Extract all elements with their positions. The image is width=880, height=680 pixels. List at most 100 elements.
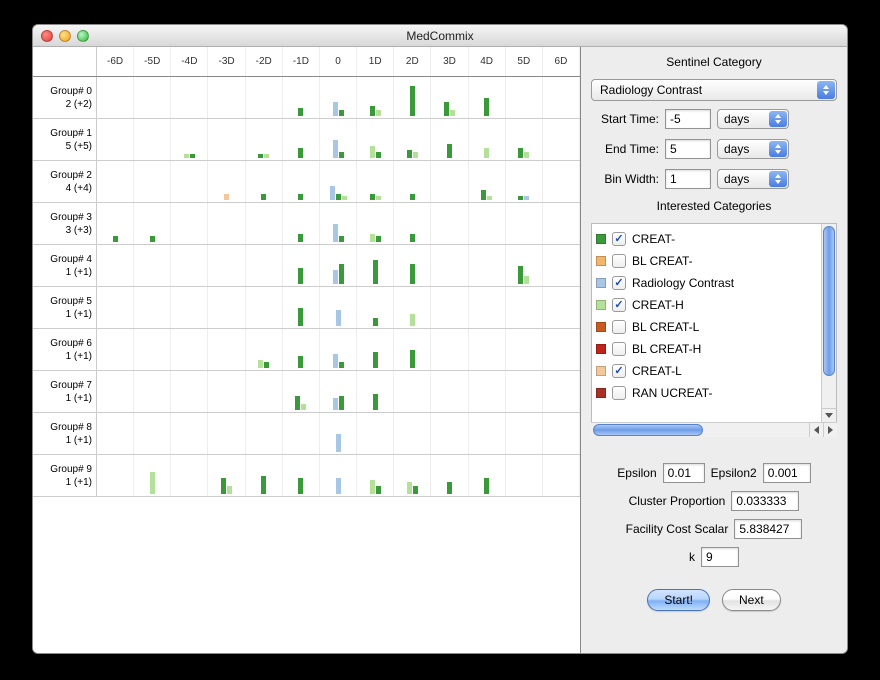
bar [524,152,529,158]
bar [376,486,381,494]
chart-cell [283,77,320,118]
bar [410,194,415,200]
chart-cell [543,329,580,370]
chart-cell [506,161,543,202]
chart-cell [208,329,245,370]
bar [224,194,229,200]
category-checkbox[interactable] [612,364,626,378]
minimize-icon[interactable] [59,30,71,42]
categories-scrollbar-vertical[interactable] [821,224,836,422]
bar [484,148,489,158]
category-checkbox[interactable] [612,276,626,290]
chart-cell [134,203,171,244]
start-time-unit-select[interactable]: days [717,109,789,129]
sentinel-category-select[interactable]: Radiology Contrast [591,79,837,101]
chart-cell [506,77,543,118]
chart-cell [246,371,283,412]
unit-value: days [724,112,749,126]
chart-cell [283,413,320,454]
scroll-down-icon[interactable] [822,408,836,422]
chart-cell [357,455,394,496]
epsilon2-input[interactable] [763,463,811,483]
chart-cell [97,455,134,496]
chart-cell [469,161,506,202]
chart-cell [97,203,134,244]
bar [376,196,381,200]
category-checkbox[interactable] [612,342,626,356]
scrollbar-thumb[interactable] [823,226,835,376]
column-header: 1D [357,47,394,76]
bar [184,154,189,158]
group-label: Group# 41 (+1) [33,245,97,286]
interested-categories-panel: CREAT-BL CREAT-Radiology ContrastCREAT-H… [591,223,837,423]
chart-cell [171,161,208,202]
chart-cell [320,119,357,160]
chart-cell [431,203,468,244]
group-row: Group# 02 (+2) [33,77,580,119]
chart-cell [357,77,394,118]
bar [227,486,232,494]
bar [524,196,529,200]
category-checkbox[interactable] [612,386,626,400]
category-checkbox[interactable] [612,232,626,246]
chart-cell [246,329,283,370]
window-controls [41,30,89,42]
next-button[interactable]: Next [722,589,781,611]
bar [190,154,195,158]
chart-cell [171,455,208,496]
chart-cell [246,161,283,202]
category-checkbox[interactable] [612,254,626,268]
chart-cell [394,287,431,328]
bar [524,276,529,284]
category-label: CREAT- [632,232,675,246]
bar [481,190,486,200]
end-time-input[interactable] [665,139,711,159]
bar [376,110,381,116]
chart-cell [469,413,506,454]
bar [373,260,378,284]
end-time-unit-select[interactable]: days [717,139,789,159]
bar [487,196,492,200]
bin-width-input[interactable] [665,169,711,189]
chart-cell [320,203,357,244]
facility-cost-input[interactable] [734,519,802,539]
epsilon-input[interactable] [663,463,705,483]
bar [333,354,338,368]
chart-cell [320,77,357,118]
scroll-left-icon[interactable] [809,423,823,437]
color-swatch [596,278,606,288]
chart-cell [171,413,208,454]
bar [518,148,523,158]
categories-scrollbar-horizontal[interactable] [591,422,837,437]
chart-cell [357,287,394,328]
category-item: CREAT- [596,228,817,250]
category-checkbox[interactable] [612,320,626,334]
scrollbar-thumb[interactable] [593,424,703,436]
chart-cell [246,203,283,244]
cluster-proportion-input[interactable] [731,491,799,511]
bar [484,98,489,116]
close-icon[interactable] [41,30,53,42]
color-swatch [596,256,606,266]
column-header: 0 [320,47,357,76]
chart-cell [283,203,320,244]
bar [336,194,341,200]
start-button[interactable]: Start! [647,589,710,611]
select-arrows-icon [769,111,787,127]
bar [518,266,523,284]
chart-cell [469,455,506,496]
scroll-right-icon[interactable] [823,423,837,437]
chart-cell [469,371,506,412]
k-input[interactable] [701,547,739,567]
chart-cell [283,287,320,328]
bin-width-unit-select[interactable]: days [717,169,789,189]
chart-cell [357,413,394,454]
zoom-icon[interactable] [77,30,89,42]
chart-cell [431,119,468,160]
bar [339,396,344,410]
start-time-input[interactable] [665,109,711,129]
category-checkbox[interactable] [612,298,626,312]
category-label: CREAT-H [632,298,684,312]
chart-cell [97,119,134,160]
chart-cell [543,203,580,244]
